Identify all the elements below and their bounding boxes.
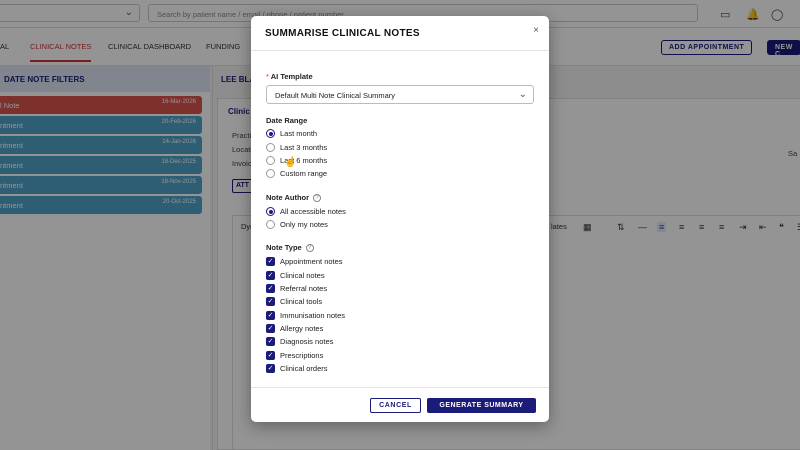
ai-template-label-text: AI Template	[270, 72, 313, 81]
radio-selected[interactable]	[266, 207, 275, 216]
checkbox-checked[interactable]: ✓	[266, 284, 275, 293]
option-label: Allergy notes	[280, 324, 324, 333]
help-icon[interactable]: ?	[305, 244, 314, 253]
ai-template-value: Default Multi Note Clinical Summary	[275, 91, 396, 100]
note-type-label: Note Type?	[266, 243, 314, 253]
radio-selected[interactable]	[266, 129, 275, 138]
checkbox-checked[interactable]: ✓	[266, 257, 275, 266]
dialog-title: SUMMARISE CLINICAL NOTES	[265, 28, 420, 39]
ai-template-label: * AI Template	[266, 72, 313, 81]
note-author-label: Note Author?	[266, 193, 322, 203]
checkbox-checked[interactable]: ✓	[266, 311, 275, 320]
option-label: Referral notes	[280, 284, 328, 293]
date-range-label: Date Range	[266, 116, 308, 125]
help-icon[interactable]: ?	[313, 194, 322, 203]
checkbox-checked[interactable]: ✓	[266, 271, 275, 280]
option-label: Clinical orders	[280, 364, 328, 373]
note-author-label-text: Note Author	[266, 193, 310, 202]
option-label: Prescriptions	[280, 351, 324, 360]
option-label: Only my notes	[280, 220, 328, 229]
header-divider	[251, 50, 549, 51]
radio[interactable]	[266, 156, 275, 165]
hand-cursor-icon: ☝	[284, 157, 297, 168]
radio[interactable]	[266, 143, 275, 152]
checkbox-checked[interactable]: ✓	[266, 364, 275, 373]
note-type-label-text: Note Type	[266, 243, 302, 252]
footer-divider	[251, 387, 549, 388]
option-label: Last month	[280, 129, 318, 138]
summarise-notes-dialog: SUMMARISE CLINICAL NOTES × * AI Template…	[251, 16, 549, 422]
option-label: Diagnosis notes	[280, 337, 334, 346]
option-label: Clinical tools	[280, 297, 323, 306]
cancel-button[interactable]: CANCEL	[370, 398, 421, 413]
option-label: Last 3 months	[280, 143, 328, 152]
checkbox-checked[interactable]: ✓	[266, 324, 275, 333]
checkbox-checked[interactable]: ✓	[266, 337, 275, 346]
option-label: Clinical notes	[280, 271, 325, 280]
ai-template-select[interactable]: Default Multi Note Clinical Summary ⌄	[266, 85, 534, 104]
radio[interactable]	[266, 169, 275, 178]
option-label: All accessible notes	[280, 207, 346, 216]
required-mark: *	[266, 72, 269, 81]
option-label: Appointment notes	[280, 257, 343, 266]
checkbox-checked[interactable]: ✓	[266, 297, 275, 306]
checkbox-checked[interactable]: ✓	[266, 351, 275, 360]
close-icon[interactable]: ×	[533, 25, 539, 36]
radio[interactable]	[266, 220, 275, 229]
option-label: Custom range	[280, 169, 328, 178]
chevron-down-icon: ⌄	[518, 89, 527, 100]
option-label: Immunisation notes	[280, 311, 346, 320]
generate-summary-button[interactable]: GENERATE SUMMARY	[427, 398, 536, 413]
